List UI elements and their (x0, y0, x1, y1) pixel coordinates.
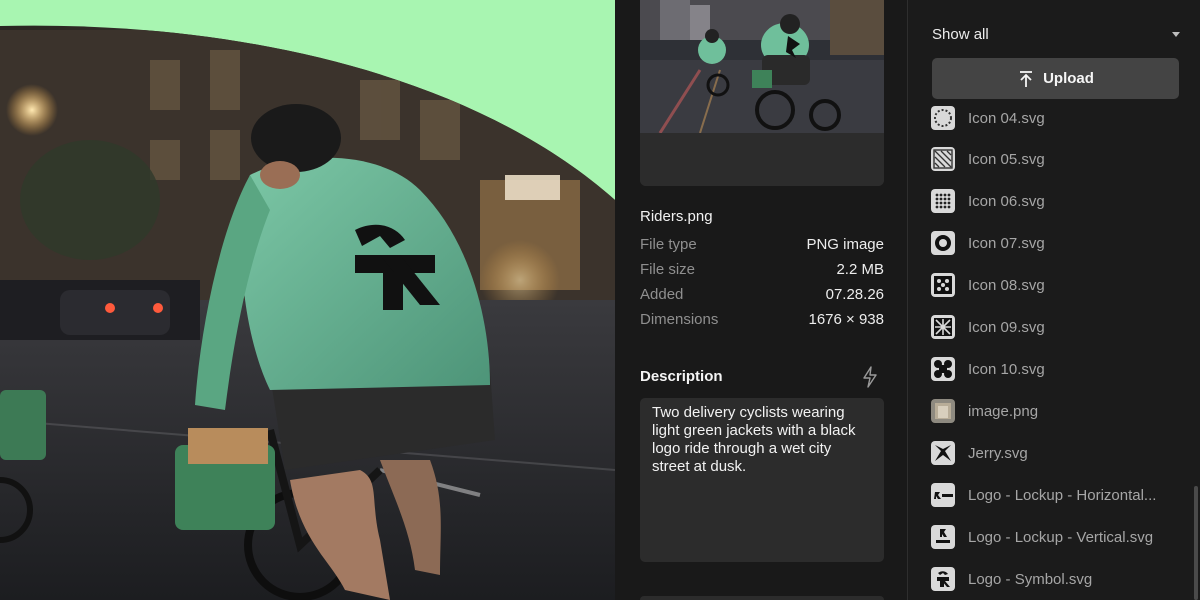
meta-label: Dimensions (640, 311, 719, 328)
icon-09-icon (931, 315, 955, 339)
file-name: Icon 09.svg (968, 318, 1045, 336)
meta-label: File size (640, 261, 696, 278)
meta-value: 1676 × 938 (808, 311, 885, 328)
icon-07-icon (931, 231, 955, 255)
list-item[interactable]: Icon 07.svg (931, 223, 1181, 263)
icon-04-icon (931, 106, 955, 130)
next-field[interactable] (640, 596, 884, 600)
list-item[interactable]: Icon 06.svg (931, 181, 1181, 221)
file-name: Icon 08.svg (968, 276, 1045, 294)
icon-08-icon (931, 273, 955, 297)
icon-06-icon (931, 189, 955, 213)
thumbnail-image (640, 0, 884, 133)
description-textarea[interactable]: Two delivery cyclists wearing light gree… (640, 398, 884, 562)
filter-label: Show all (932, 26, 989, 43)
meta-value: PNG image (806, 236, 884, 253)
meta-label: File type (640, 236, 697, 253)
file-name: Icon 10.svg (968, 360, 1045, 378)
preview-thumbnail[interactable] (640, 0, 884, 186)
list-item[interactable]: Logo - Symbol.svg (931, 559, 1181, 599)
asset-library: Show all Upload Icon 04.svg Icon 05.svg (909, 0, 1200, 600)
file-name: Logo - Lockup - Vertical.svg (968, 528, 1154, 546)
file-name: Icon 07.svg (968, 234, 1045, 252)
file-name: Logo - Lockup - Horizontal... (968, 486, 1157, 504)
canvas-artwork[interactable] (0, 0, 615, 600)
scrollbar[interactable] (1194, 486, 1198, 600)
list-item[interactable]: Icon 09.svg (931, 307, 1181, 347)
file-name: Icon 06.svg (968, 192, 1045, 210)
icon-05-icon (931, 147, 955, 171)
description-heading: Description (640, 368, 723, 385)
filter-dropdown[interactable]: Show all (932, 26, 1180, 48)
list-item[interactable]: Icon 04.svg (931, 99, 1181, 138)
file-name: Logo - Symbol.svg (968, 570, 1093, 588)
meta-row-dimensions: Dimensions 1676 × 938 (640, 311, 884, 333)
chevron-down-icon (1172, 32, 1180, 37)
image-icon (931, 399, 955, 423)
logo-symbol-icon (931, 567, 955, 591)
upload-arrow-icon (1020, 70, 1033, 87)
file-name: Riders.png (640, 208, 713, 225)
list-item[interactable]: Icon 10.svg (931, 349, 1181, 389)
list-item[interactable]: Logo - Lockup - Vertical.svg (931, 517, 1181, 557)
meta-row-file-size: File size 2.2 MB (640, 261, 884, 283)
jerry-icon (931, 441, 955, 465)
file-list: Icon 04.svg Icon 05.svg Icon 06.svg Icon… (909, 99, 1200, 600)
file-name: Icon 04.svg (968, 109, 1045, 127)
file-name: Icon 05.svg (968, 150, 1045, 168)
list-item[interactable]: Logo - Lockup - Horizontal... (931, 475, 1181, 515)
inspector-panel: Riders.png File type PNG image File size… (615, 0, 908, 600)
logo-vertical-icon (931, 525, 955, 549)
icon-10-icon (931, 357, 955, 381)
meta-row-added: Added 07.28.26 (640, 286, 884, 308)
riders-photo (0, 25, 615, 600)
meta-row-file-type: File type PNG image (640, 236, 884, 258)
list-item[interactable]: Icon 08.svg (931, 265, 1181, 305)
list-item[interactable]: image.png (931, 391, 1181, 431)
upload-button[interactable]: Upload (932, 58, 1179, 99)
list-item[interactable]: Icon 05.svg (931, 139, 1181, 179)
file-name: image.png (968, 402, 1039, 420)
logo-horizontal-icon (931, 483, 955, 507)
meta-label: Added (640, 286, 684, 303)
meta-value: 2.2 MB (836, 261, 884, 278)
meta-value: 07.28.26 (825, 286, 884, 303)
file-name: Jerry.svg (968, 444, 1028, 462)
list-item[interactable]: Jerry.svg (931, 433, 1181, 473)
bolt-icon[interactable] (861, 366, 879, 388)
upload-label: Upload (1043, 70, 1094, 87)
